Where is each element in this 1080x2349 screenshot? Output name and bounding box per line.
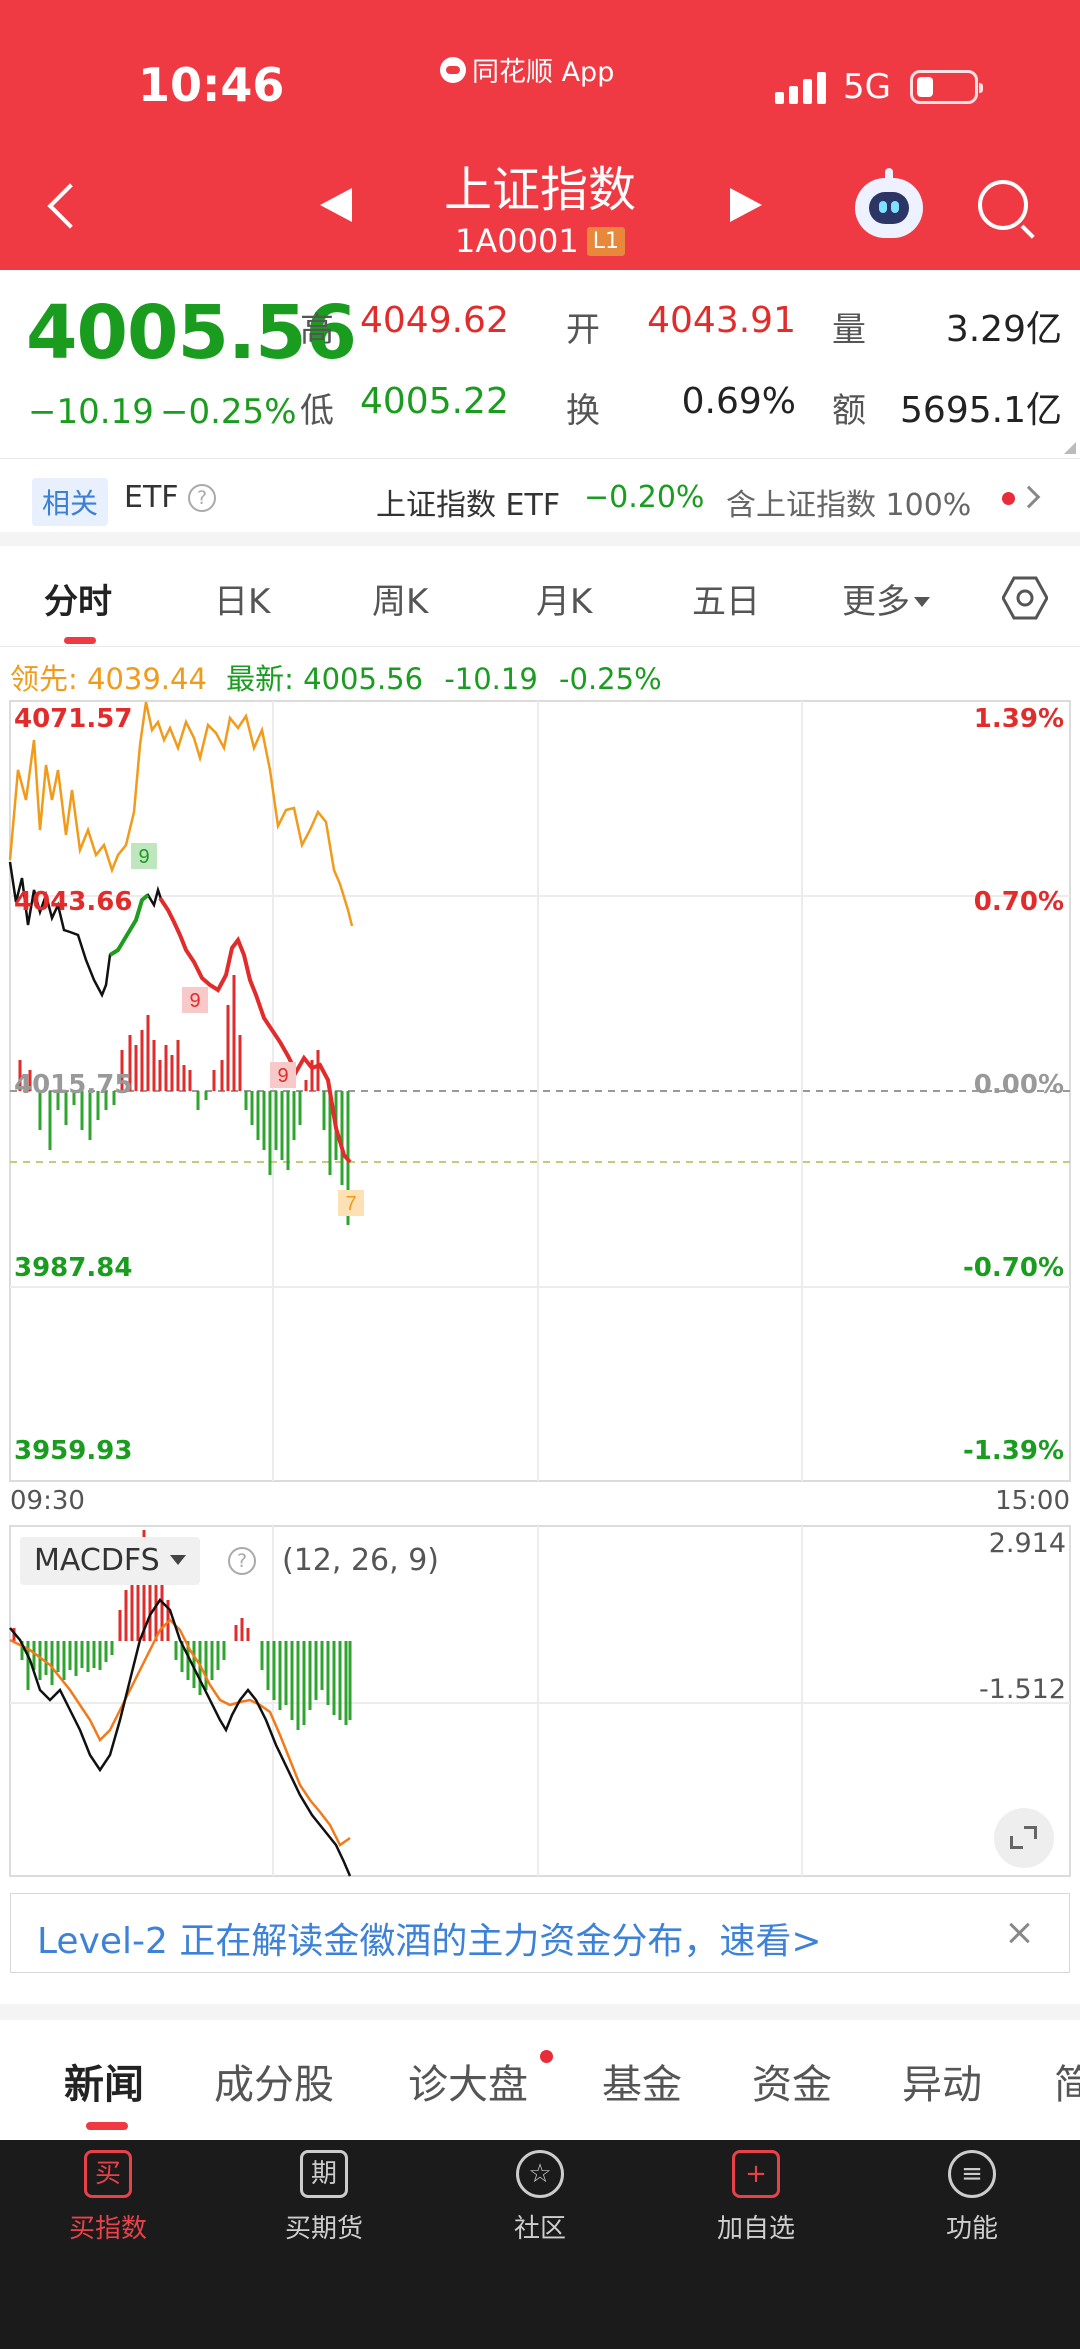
tab-components[interactable]: 成分股 — [214, 2052, 334, 2110]
news-tab-indicator — [86, 2122, 128, 2130]
nav-label: 社区 — [513, 2214, 566, 2244]
pct-label-top: 1.39% — [973, 704, 1064, 734]
pct-label-bottom: -1.39% — [963, 1436, 1064, 1466]
price-label-bottom: 3959.93 — [14, 1436, 133, 1466]
section-gap — [0, 2004, 1080, 2020]
macd-mid-value: -1.512 — [978, 1674, 1066, 1705]
buy-index-icon: 买 — [84, 2150, 132, 2198]
nav-label: 买指数 — [68, 2214, 147, 2244]
macd-params: (12, 26, 9) — [282, 1543, 439, 1578]
price-label-mid: 4015.75 — [14, 1070, 133, 1100]
tab-anomaly[interactable]: 异动 — [902, 2052, 982, 2110]
nav-buy-index[interactable]: 买 买指数 — [28, 2150, 188, 2245]
nav-buy-futures[interactable]: 期 买期货 — [244, 2150, 404, 2245]
pct-label-upper: 0.70% — [973, 887, 1064, 917]
caret-down-icon — [169, 1555, 186, 1565]
macd-name: MACDFS — [34, 1543, 160, 1578]
signal-marker-1: 9 — [131, 843, 157, 869]
notification-dot — [540, 2050, 553, 2063]
community-icon: ☆ — [516, 2150, 564, 2198]
price-label-lower: 3987.84 — [14, 1253, 133, 1283]
intraday-chart[interactable]: 9 9 9 7 — [0, 0, 1080, 1880]
price-label-upper: 4043.66 — [14, 887, 133, 917]
time-end-label: 15:00 — [995, 1486, 1070, 1516]
nav-label: 买期货 — [284, 2214, 363, 2244]
fullscreen-icon[interactable] — [994, 1808, 1054, 1868]
signal-marker-3: 9 — [270, 1062, 296, 1088]
nav-label: 加自选 — [716, 2214, 795, 2244]
signal-marker-2: 9 — [182, 987, 208, 1013]
signal-marker-text: 9 — [189, 990, 200, 1012]
macd-indicator-select[interactable]: MACDFS — [20, 1537, 200, 1585]
signal-marker-4: 7 — [338, 1190, 364, 1216]
pct-label-lower: -0.70% — [963, 1253, 1064, 1283]
time-start-label: 09:30 — [10, 1486, 85, 1516]
level2-banner[interactable]: Level-2 正在解读金徽酒的主力资金分布，速看> — [10, 1893, 1070, 1973]
buy-futures-icon: 期 — [300, 2150, 348, 2198]
tab-capital[interactable]: 资金 — [752, 2052, 832, 2110]
banner-text[interactable]: Level-2 正在解读金徽酒的主力资金分布，速看> — [37, 1912, 822, 1964]
nav-label: 功能 — [945, 2214, 998, 2244]
tab-market-diagnosis[interactable]: 诊大盘 — [408, 2052, 528, 2110]
price-label-top: 4071.57 — [14, 704, 133, 734]
menu-icon: ≡ — [948, 2150, 996, 2198]
nav-add-watchlist[interactable]: + 加自选 — [676, 2150, 836, 2245]
tab-news[interactable]: 新闻 — [64, 2052, 144, 2110]
macd-top-value: 2.914 — [988, 1528, 1066, 1559]
signal-marker-text: 9 — [277, 1065, 288, 1087]
signal-marker-text: 9 — [138, 846, 149, 868]
pct-label-mid: 0.00% — [973, 1070, 1064, 1100]
macd-help-icon[interactable]: ? — [228, 1547, 256, 1575]
nav-community[interactable]: ☆ 社区 — [460, 2150, 620, 2245]
add-watchlist-icon: + — [732, 2150, 780, 2198]
nav-functions[interactable]: ≡ 功能 — [892, 2150, 1052, 2245]
tab-funds[interactable]: 基金 — [602, 2052, 682, 2110]
signal-marker-text: 7 — [345, 1193, 356, 1215]
tab-brief[interactable]: 简 — [1054, 2052, 1080, 2110]
price-highlight-red — [158, 896, 352, 1164]
banner-close-icon[interactable] — [1004, 1918, 1034, 1948]
